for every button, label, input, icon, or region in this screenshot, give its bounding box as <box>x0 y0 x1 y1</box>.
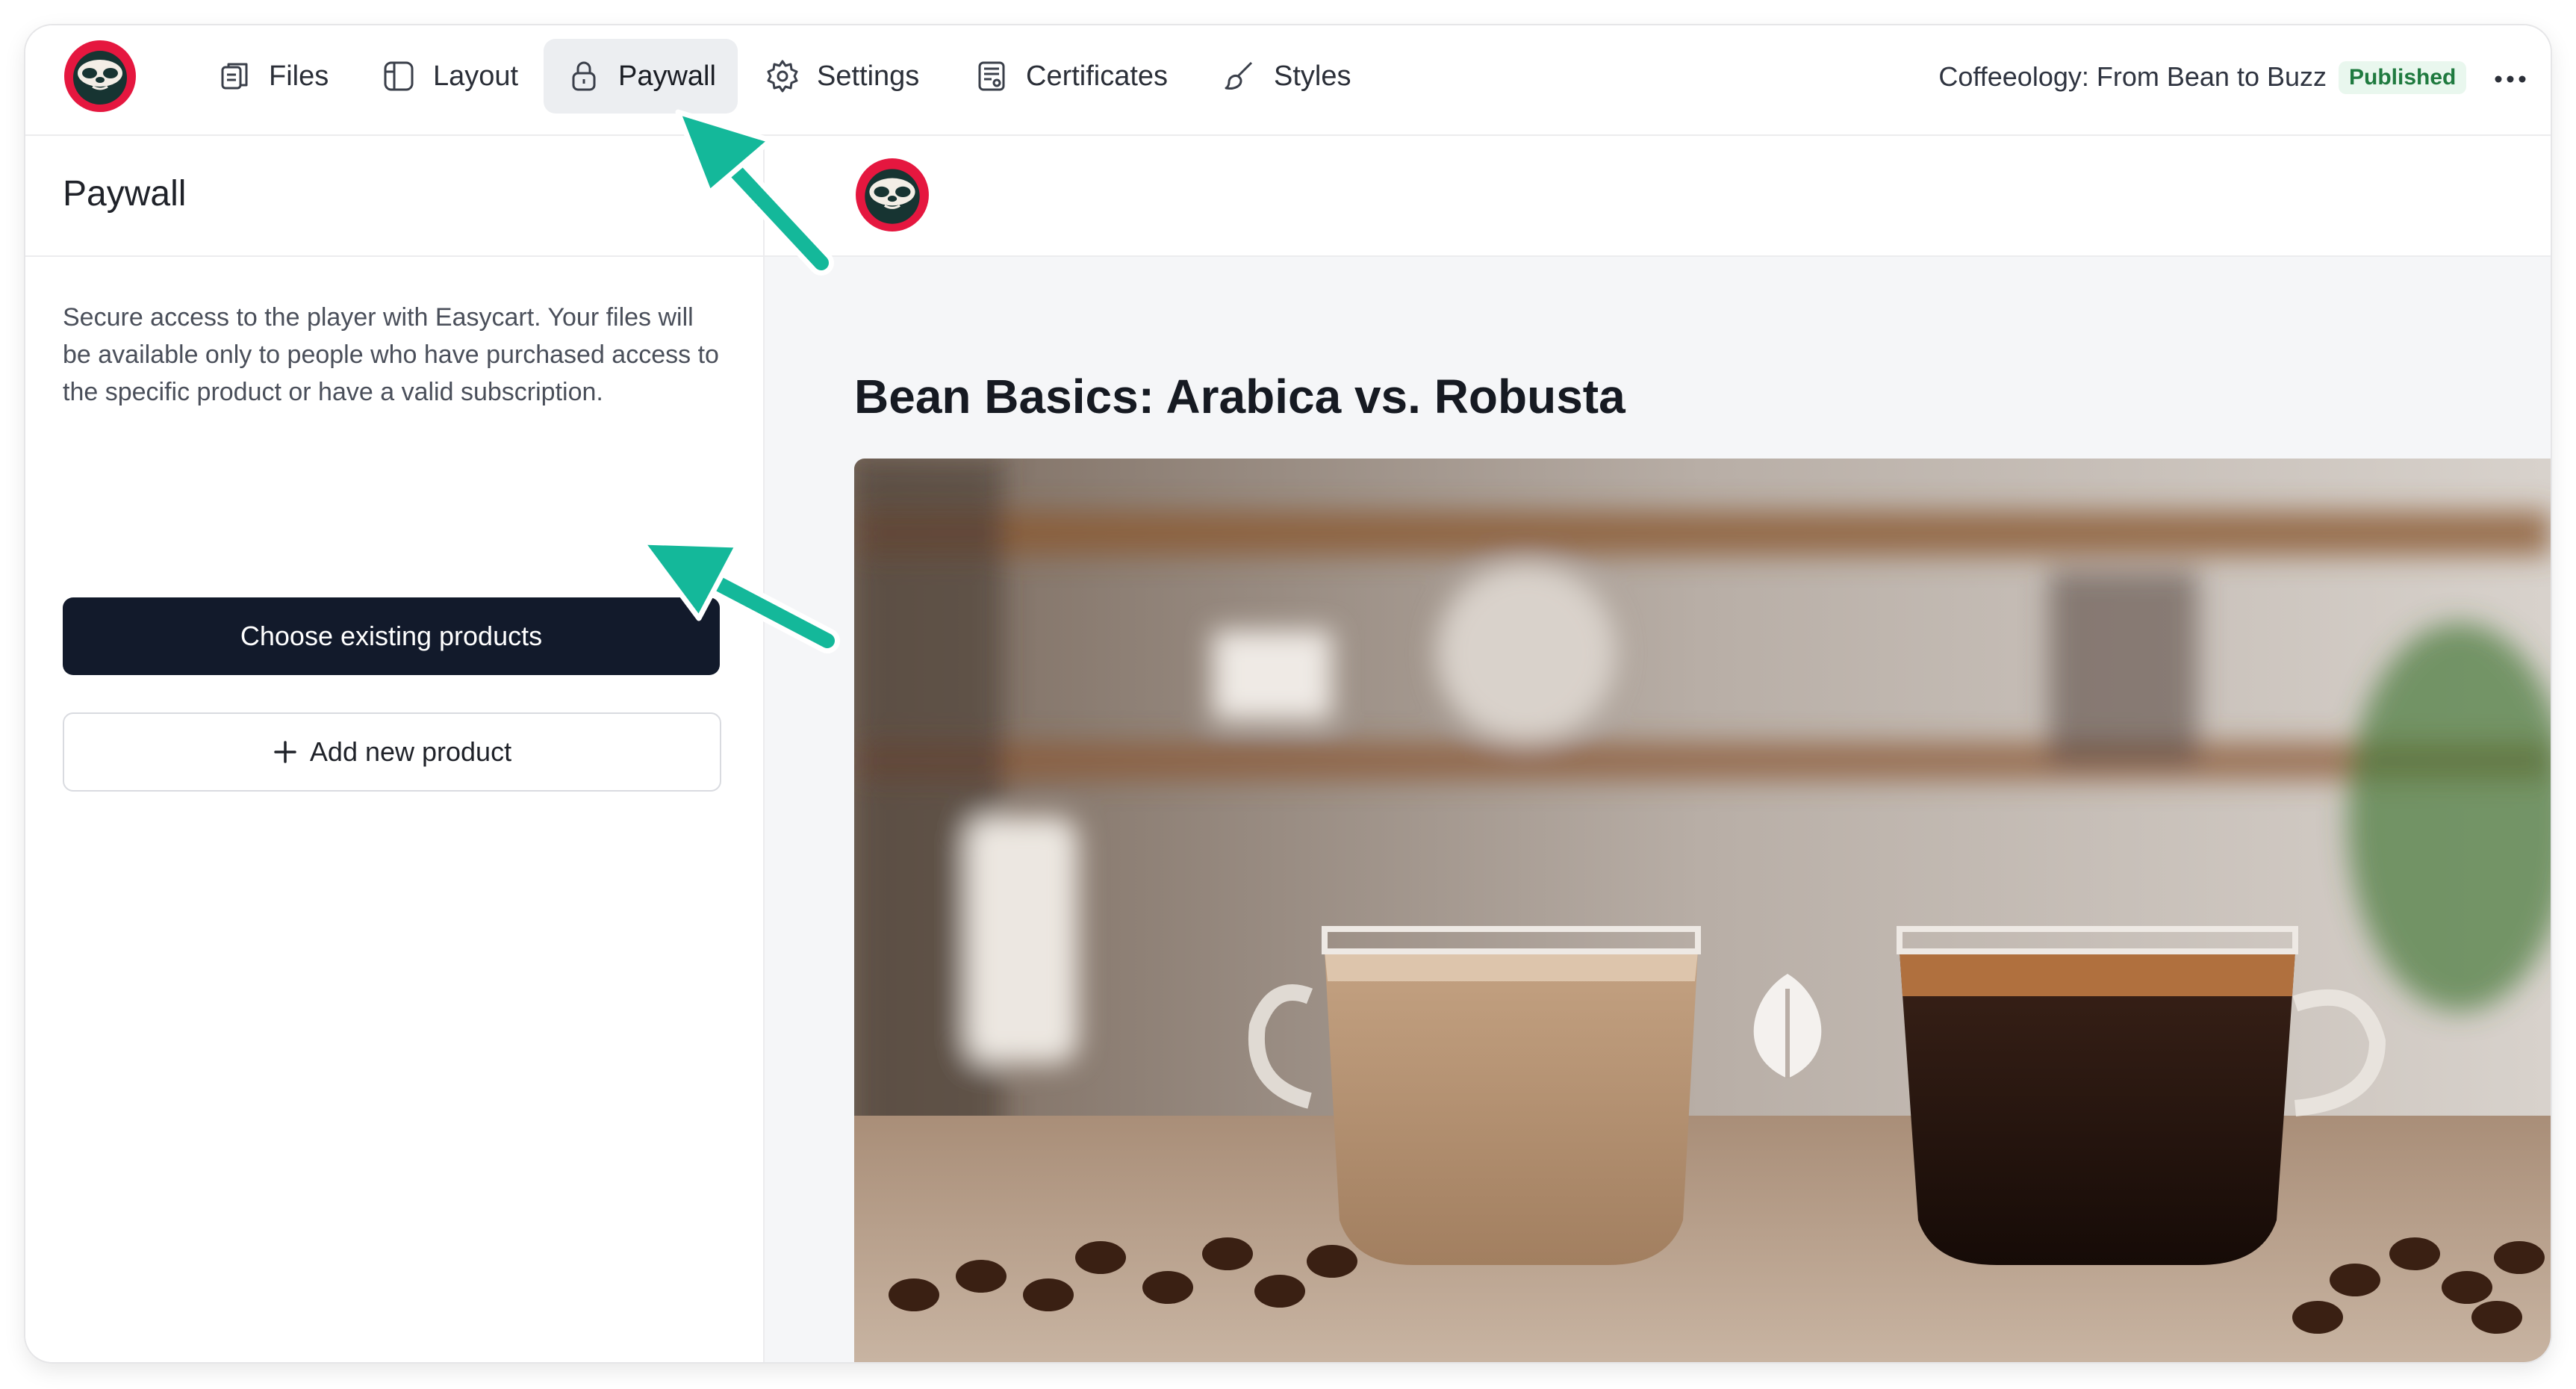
choose-existing-products-label: Choose existing products <box>240 621 543 651</box>
add-new-product-button[interactable]: Add new product <box>63 712 721 792</box>
panel-title: Paywall <box>63 174 187 214</box>
preview-header <box>765 136 2551 257</box>
tab-layout-label: Layout <box>433 60 519 92</box>
lesson-title: Bean Basics: Arabica vs. Robusta <box>854 370 1625 423</box>
paywall-panel: Paywall Secure access to the player with… <box>25 136 765 1362</box>
tab-paywall-label: Paywall <box>618 60 716 92</box>
tab-settings-label: Settings <box>817 60 920 92</box>
tab-styles[interactable]: Styles <box>1199 39 1373 114</box>
course-title: Coffeeology: From Bean to Buzz <box>1938 61 2327 92</box>
plus-icon <box>274 741 296 763</box>
tab-files-label: Files <box>269 60 329 92</box>
status-badge: Published <box>2339 61 2467 94</box>
tab-styles-label: Styles <box>1274 60 1351 92</box>
sloth-logo-icon <box>856 158 929 232</box>
choose-existing-products-button[interactable]: Choose existing products <box>63 597 720 675</box>
top-navigation-bar: Files Layout Paywall Settings Certificat… <box>25 25 2551 136</box>
files-icon <box>221 63 248 90</box>
paywall-description: Secure access to the player with Easycar… <box>63 303 719 406</box>
tab-layout[interactable]: Layout <box>358 39 541 114</box>
lock-icon <box>572 61 596 91</box>
tab-files[interactable]: Files <box>194 39 351 114</box>
tab-certificates[interactable]: Certificates <box>951 39 1190 114</box>
player-preview: Bean Basics: Arabica vs. Robusta <box>765 136 2551 1362</box>
brush-icon <box>1225 61 1253 90</box>
app-window: Files Layout Paywall Settings Certificat… <box>25 25 2551 1362</box>
layout-icon <box>384 61 414 91</box>
sloth-logo-icon[interactable] <box>63 39 137 114</box>
tab-certificates-label: Certificates <box>1026 60 1169 92</box>
more-options-icon[interactable] <box>2489 61 2531 97</box>
add-new-product-label: Add new product <box>309 736 512 767</box>
panel-header: Paywall <box>25 136 763 257</box>
gear-icon <box>767 60 798 93</box>
annotation-arrow-icon <box>675 109 834 276</box>
coffee-cups-image <box>854 459 2551 1362</box>
annotation-arrow-icon <box>639 539 840 653</box>
certificate-icon <box>978 61 1005 91</box>
